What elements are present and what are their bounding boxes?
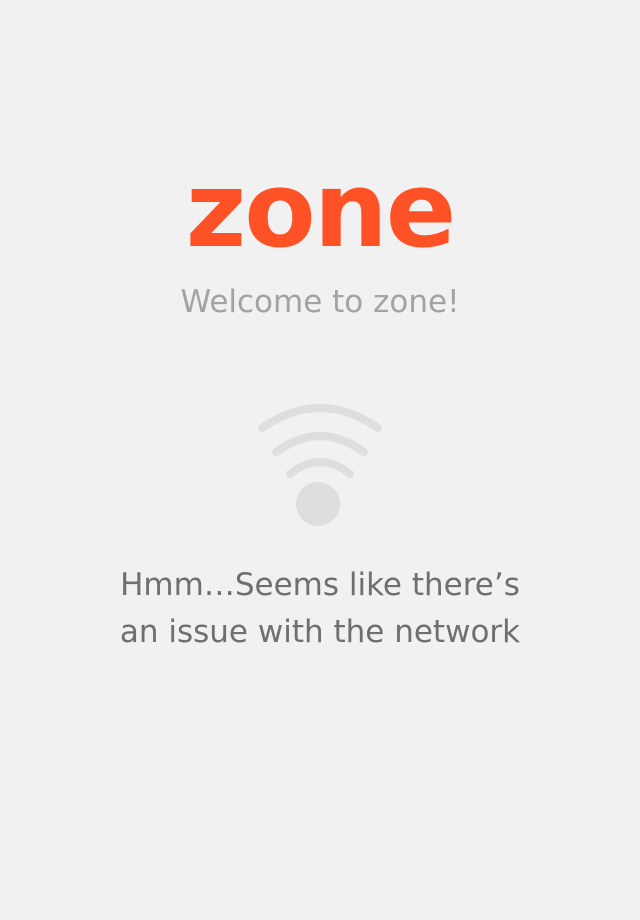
network-error-line-1: Hmm…Seems like there’s (120, 567, 520, 603)
zone-logo: zone (185, 149, 457, 271)
network-error-line-2: an issue with the network (119, 614, 521, 650)
network-error-message: Hmm…Seems like there’s an issue with the… (0, 562, 640, 656)
welcome-message: Welcome to zone! (180, 284, 460, 320)
wifi-icon (258, 404, 382, 526)
